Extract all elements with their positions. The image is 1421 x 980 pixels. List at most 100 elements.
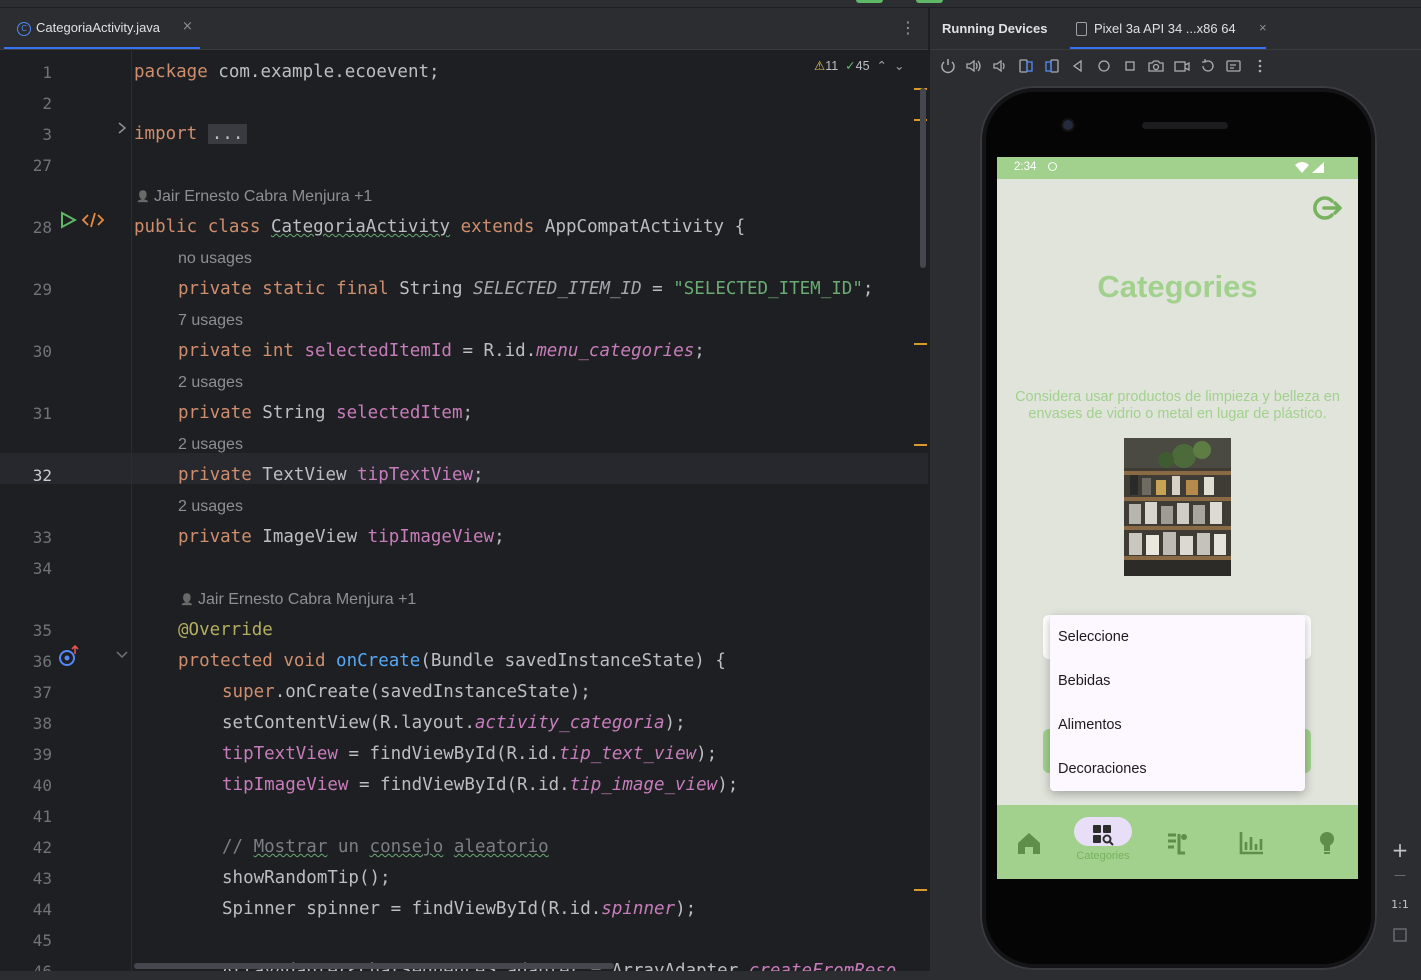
inlay-hint[interactable]: no usages [178, 243, 252, 274]
dropdown-option[interactable]: Bebidas [1058, 659, 1110, 703]
logout-icon[interactable] [1313, 195, 1343, 221]
close-device-tab-icon[interactable]: × [1259, 20, 1267, 35]
inlay-hint-row[interactable]: 2 usages [0, 491, 928, 522]
code-text[interactable]: private int selectedItemId = R.id.menu_c… [178, 336, 705, 367]
zoom-actual-size-button[interactable]: 1:1 [1385, 898, 1415, 911]
code-line[interactable]: 31 private String selectedItem; [0, 398, 928, 429]
code-text[interactable]: setContentView(R.layout.activity_categor… [222, 708, 686, 739]
home-icon[interactable] [1094, 56, 1114, 76]
volume-up-icon[interactable] [964, 56, 984, 76]
device-screen[interactable]: 2:34 Categories Considera usar productos… [997, 157, 1358, 879]
code-text[interactable]: private ImageView tipImageView; [178, 522, 505, 553]
dropdown-option[interactable]: Decoraciones [1058, 747, 1147, 791]
inlay-hint[interactable]: Jair Ernesto Cabra Menjura +1 [154, 181, 372, 212]
code-text[interactable]: @Override [178, 615, 273, 646]
code-line[interactable]: 33 private ImageView tipImageView; [0, 522, 928, 553]
nav-chart-icon[interactable] [1232, 823, 1272, 863]
dropdown-option[interactable]: Alimentos [1058, 703, 1122, 747]
code-line[interactable]: 36 protected void onCreate(Bundle savedIn… [0, 646, 928, 677]
inlay-hint-row[interactable]: 2 usages [0, 429, 928, 460]
marker-stripe[interactable] [914, 343, 927, 345]
xml-layout-icon[interactable] [81, 211, 105, 229]
inlay-hint-row[interactable]: 2 usages [0, 367, 928, 398]
code-editor[interactable]: C CategoriaActivity.java × ⋮ 1 package co… [0, 8, 928, 980]
editor-tab-categoria-activity[interactable]: C CategoriaActivity.java × [4, 8, 200, 49]
run-icon[interactable] [59, 211, 77, 229]
code-text[interactable]: // Mostrar un consejo aleatorio [222, 832, 549, 863]
fold-arrow-icon[interactable] [117, 121, 127, 135]
nav-home-icon[interactable] [1009, 823, 1049, 863]
inlay-hint[interactable]: 2 usages [178, 367, 243, 398]
code-text[interactable]: showRandomTip(); [222, 863, 391, 894]
code-text[interactable]: super.onCreate(savedInstanceState); [222, 677, 591, 708]
inlay-hint[interactable]: 2 usages [178, 429, 243, 460]
reset-icon[interactable] [1198, 56, 1218, 76]
inlay-hint-row[interactable]: no usages [0, 243, 928, 274]
code-line[interactable]: 45 [0, 925, 928, 956]
dropdown-option[interactable]: Seleccione [1058, 615, 1129, 659]
code-line[interactable]: 40 tipImageView = findViewById(R.id.tip_i… [0, 770, 928, 801]
marker-stripe[interactable] [914, 889, 927, 891]
code-line[interactable]: 29 private static final String SELECTED_I… [0, 274, 928, 305]
prev-highlight-icon[interactable]: ⌃ [873, 59, 887, 73]
nav-event-list-icon[interactable] [1158, 823, 1198, 863]
marker-stripe[interactable] [914, 444, 927, 446]
rotate-right-icon[interactable] [1042, 56, 1062, 76]
inlay-hint-row[interactable]: 7 usages [0, 305, 928, 336]
code-line[interactable]: 27 [0, 150, 928, 181]
device-tab-pixel-3a[interactable]: Pixel 3a API 34 ...x86 64 × [1070, 8, 1267, 49]
zoom-in-button[interactable]: + [1385, 838, 1415, 862]
code-text[interactable]: Spinner spinner = findViewById(R.id.spin… [222, 894, 696, 925]
code-text[interactable]: private String selectedItem; [178, 398, 473, 429]
code-line[interactable]: 39 tipTextView = findViewById(R.id.tip_te… [0, 739, 928, 770]
power-icon[interactable] [938, 56, 958, 76]
volume-down-icon[interactable] [990, 56, 1010, 76]
code-line[interactable]: 41 [0, 801, 928, 832]
zoom-out-button[interactable]: — [1385, 868, 1415, 882]
code-line[interactable]: 32 private TextView tipTextView; [0, 460, 928, 491]
snapshot-icon[interactable] [1224, 56, 1244, 76]
close-tab-icon[interactable]: × [182, 19, 193, 34]
overview-icon[interactable] [1120, 56, 1140, 76]
code-text[interactable]: private TextView tipTextView; [178, 460, 484, 491]
inlay-hint-row[interactable]: 👤 Jair Ernesto Cabra Menjura +1 [0, 584, 928, 615]
nav-categories-search-icon[interactable] [1083, 815, 1123, 855]
code-line[interactable]: 28 public class CategoriaActivity extends… [0, 212, 928, 243]
screenshot-icon[interactable] [1146, 56, 1166, 76]
inlay-hint[interactable]: 2 usages [178, 491, 243, 522]
screen-record-icon[interactable] [1172, 56, 1192, 76]
inlay-hint-row[interactable]: 👤 Jair Ernesto Cabra Menjura +1 [0, 181, 928, 212]
fold-method-icon[interactable] [115, 650, 129, 660]
code-text[interactable]: public class CategoriaActivity extends A… [134, 212, 745, 243]
code-text[interactable]: import ... [134, 119, 248, 150]
back-icon[interactable] [1068, 56, 1088, 76]
code-line[interactable]: 38 setContentView(R.layout.activity_categ… [0, 708, 928, 739]
code-line[interactable]: 3 import ... [0, 119, 928, 150]
vertical-scrollbar[interactable] [920, 88, 926, 268]
code-line[interactable]: 2 [0, 88, 928, 119]
code-line[interactable]: 43 showRandomTip(); [0, 863, 928, 894]
more-icon[interactable] [1250, 56, 1270, 76]
code-text[interactable]: tipImageView = findViewById(R.id.tip_ima… [222, 770, 738, 801]
code-line[interactable]: 37 super.onCreate(savedInstanceState); [0, 677, 928, 708]
code-line[interactable]: 42 // Mostrar un consejo aleatorio [0, 832, 928, 863]
code-text[interactable]: tipTextView = findViewById(R.id.tip_text… [222, 739, 717, 770]
code-line[interactable]: 35 @Override [0, 615, 928, 646]
rotate-left-icon[interactable] [1016, 56, 1036, 76]
fit-screen-icon[interactable] [1393, 928, 1407, 942]
horizontal-scrollbar[interactable] [134, 963, 614, 969]
code-line[interactable]: 30 private int selectedItemId = R.id.menu… [0, 336, 928, 367]
editor-more-icon[interactable]: ⋮ [900, 18, 916, 37]
inlay-hint[interactable]: 7 usages [178, 305, 243, 336]
nav-lightbulb-icon[interactable] [1307, 823, 1347, 863]
code-text[interactable]: protected void onCreate(Bundle savedInst… [178, 646, 726, 677]
code-text[interactable]: private static final String SELECTED_ITE… [178, 274, 873, 305]
code-line[interactable]: 44 Spinner spinner = findViewById(R.id.sp… [0, 894, 928, 925]
inlay-hint[interactable]: Jair Ernesto Cabra Menjura +1 [198, 584, 416, 615]
next-highlight-icon[interactable]: ⌄ [890, 59, 904, 73]
override-icon[interactable] [58, 645, 80, 667]
inspection-widget[interactable]: ⚠11 ✓45 ⌃ ⌄ [814, 58, 904, 73]
code-line[interactable]: 34 [0, 553, 928, 584]
code-line[interactable]: 1 package com.example.ecoevent; [0, 57, 928, 88]
code-text[interactable]: package com.example.ecoevent; [134, 57, 440, 88]
